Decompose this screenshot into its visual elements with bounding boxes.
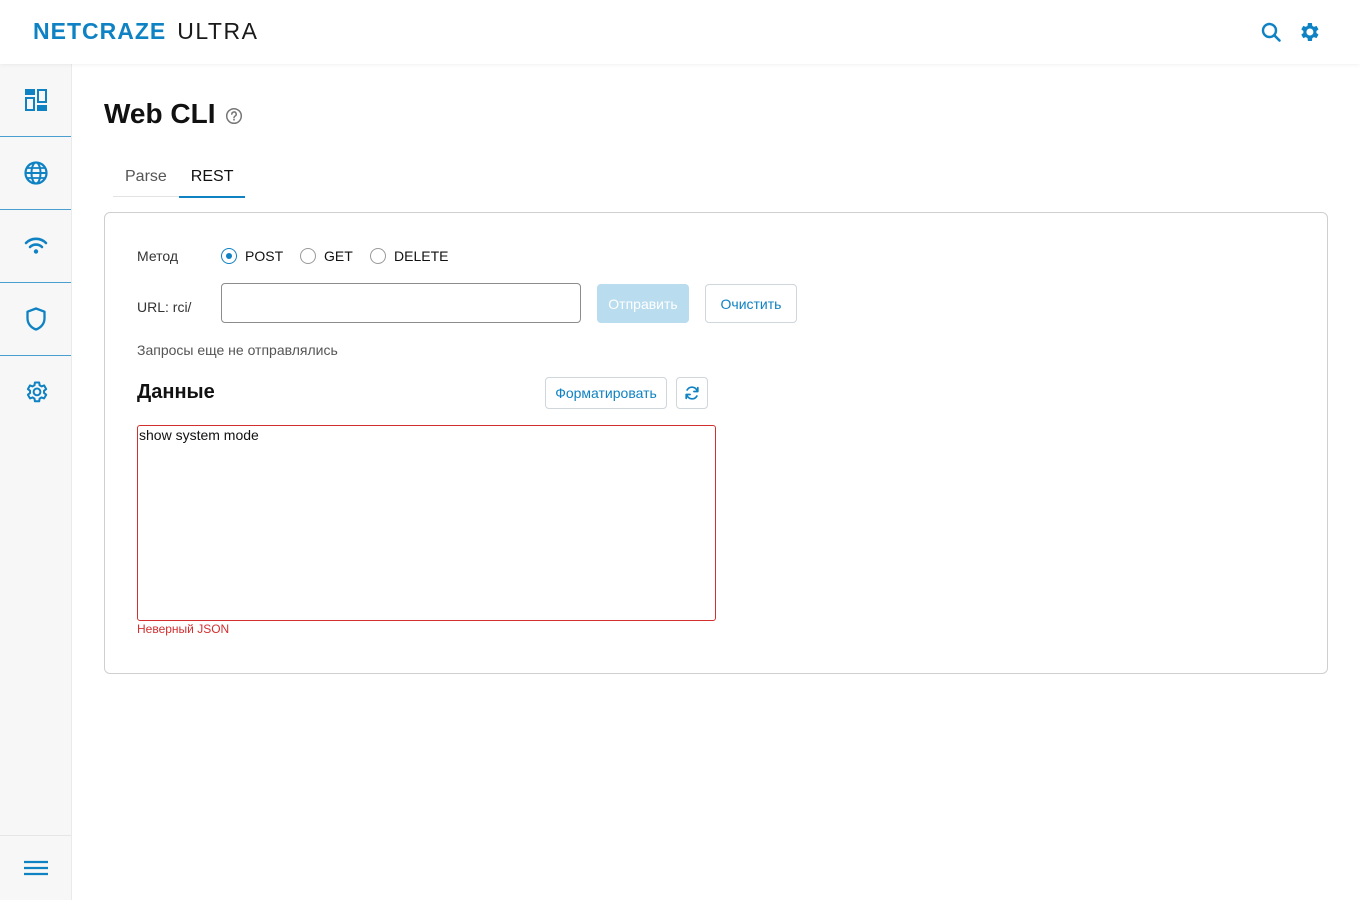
page-title: Web CLI — [104, 98, 216, 129]
search-icon[interactable] — [1259, 20, 1283, 44]
method-label: Метод — [137, 248, 179, 264]
sidebar-item-internet[interactable] — [0, 137, 71, 209]
globe-icon — [23, 161, 48, 185]
top-header: NETCRAZE ULTRA — [0, 0, 1360, 64]
logo-product: ULTRA — [177, 18, 259, 44]
page-title-row: Web CLI — [104, 96, 243, 132]
gear-icon — [26, 381, 47, 403]
data-section-title: Данные — [137, 381, 215, 403]
refresh-button[interactable] — [676, 377, 708, 409]
brand-logo[interactable]: NETCRAZE ULTRA — [33, 18, 259, 44]
radio-label: POST — [245, 248, 284, 264]
data-textarea[interactable]: show system mode — [137, 425, 716, 621]
radio-indicator — [300, 248, 316, 264]
sidebar-item-dashboard[interactable] — [0, 64, 71, 136]
clear-button[interactable]: Очистить — [705, 284, 797, 323]
radio-label: GET — [324, 248, 353, 264]
menu-icon — [23, 860, 48, 876]
tab-rest[interactable]: REST — [178, 157, 246, 198]
help-circle-icon[interactable] — [225, 107, 243, 125]
tab-bar: Parse REST — [113, 157, 246, 198]
sidebar-menu-toggle[interactable] — [0, 833, 71, 900]
request-status-text: Запросы еще не отправлялись — [137, 342, 338, 358]
radio-label: DELETE — [394, 248, 449, 264]
format-button[interactable]: Форматировать — [545, 377, 667, 409]
radio-indicator — [221, 248, 237, 264]
logo-brand: NETCRAZE — [33, 18, 167, 44]
send-button[interactable]: Отправить — [597, 284, 689, 323]
tab-parse[interactable]: Parse — [113, 157, 179, 197]
url-label: URL: rci/ — [137, 299, 192, 315]
sidebar-item-security[interactable] — [0, 283, 71, 355]
shield-icon — [25, 307, 46, 331]
json-error-message: Неверный JSON — [137, 622, 230, 636]
settings-gear-icon[interactable] — [1297, 20, 1321, 44]
method-radio-get[interactable]: GET — [300, 247, 353, 265]
refresh-icon — [685, 386, 699, 400]
dashboard-icon — [24, 89, 47, 111]
sidebar — [0, 64, 72, 900]
sidebar-item-wifi[interactable] — [0, 210, 71, 282]
wifi-icon — [24, 237, 47, 254]
url-input[interactable] — [221, 283, 581, 323]
radio-indicator — [370, 248, 386, 264]
method-radio-delete[interactable]: DELETE — [370, 247, 448, 265]
method-radio-post[interactable]: POST — [221, 247, 283, 265]
sidebar-item-system[interactable] — [0, 356, 71, 428]
